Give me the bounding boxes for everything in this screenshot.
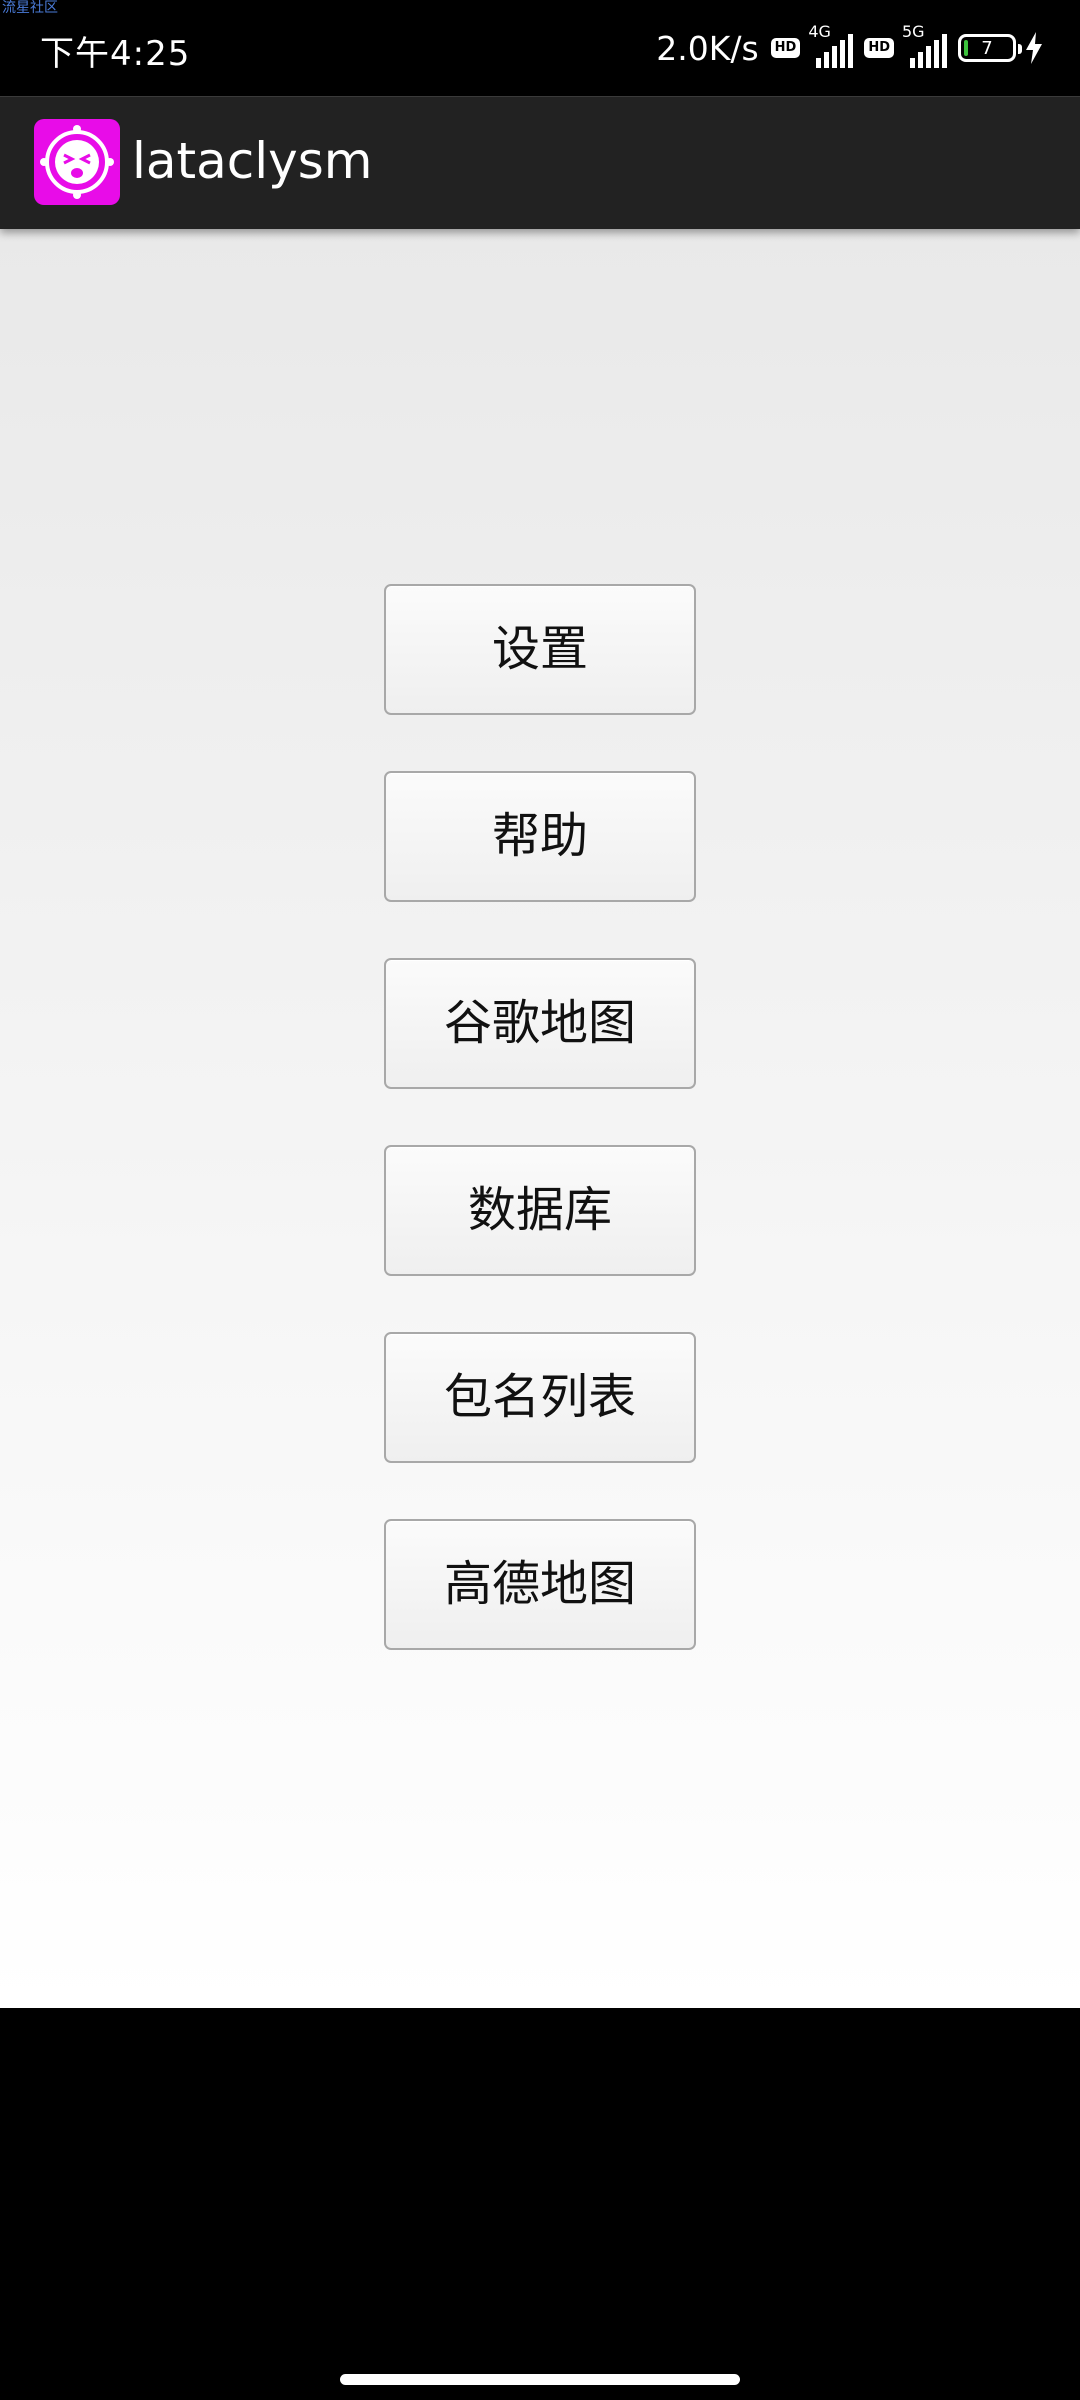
- home-indicator[interactable]: [340, 2374, 740, 2385]
- action-bar: lataclysm: [0, 96, 1080, 229]
- signal-4g-icon: 4G: [808, 22, 856, 68]
- database-button[interactable]: 数据库: [384, 1145, 696, 1276]
- help-button[interactable]: 帮助: [384, 771, 696, 902]
- main-content: 设置 帮助 谷歌地图 数据库 包名列表 高德地图: [0, 228, 1080, 2008]
- app-title: lataclysm: [132, 132, 373, 190]
- amap-button[interactable]: 高德地图: [384, 1519, 696, 1650]
- battery-icon: 7: [958, 34, 1022, 62]
- status-indicators: 2.0K/s HD 4G HD 5G 7: [656, 22, 1044, 72]
- screen: 下午4:25 2.0K/s HD 4G HD 5G 7 流星社区 latacly…: [0, 0, 1080, 2400]
- watermark: 流星社区: [2, 0, 58, 16]
- menu-button-list: 设置 帮助 谷歌地图 数据库 包名列表 高德地图: [384, 584, 696, 1706]
- charging-bolt-icon: [1026, 32, 1042, 64]
- package-list-button[interactable]: 包名列表: [384, 1332, 696, 1463]
- status-bar: 下午4:25 2.0K/s HD 4G HD 5G 7: [0, 0, 1080, 96]
- settings-button[interactable]: 设置: [384, 584, 696, 715]
- navigation-area: [0, 2008, 1080, 2400]
- google-maps-button[interactable]: 谷歌地图: [384, 958, 696, 1089]
- app-logo-icon: [34, 119, 120, 205]
- status-time: 下午4:25: [40, 34, 191, 74]
- battery-level: 7: [981, 37, 993, 59]
- signal-5g-icon: 5G: [902, 22, 950, 68]
- network-speed: 2.0K/s: [656, 28, 759, 68]
- hd-badge-2: HD: [864, 38, 894, 58]
- battery-fill: [964, 40, 968, 56]
- hd-badge-1: HD: [770, 38, 801, 58]
